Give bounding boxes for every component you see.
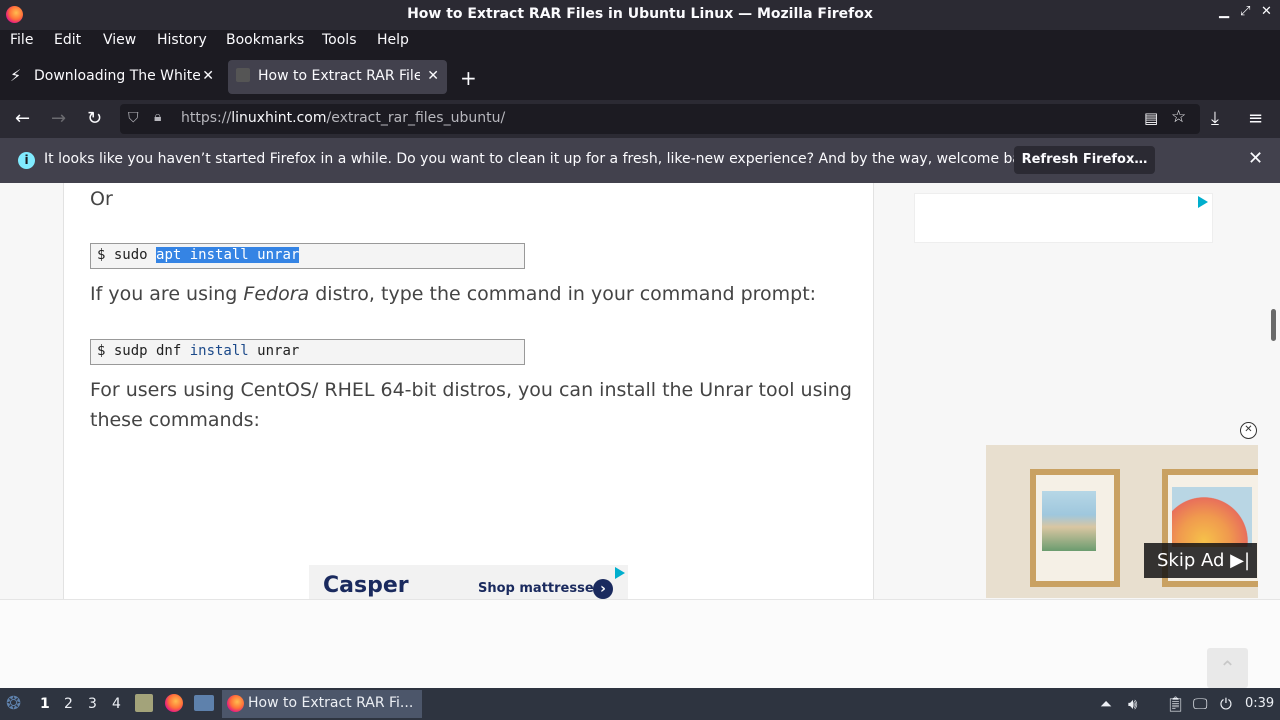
file-manager-icon[interactable] bbox=[135, 694, 153, 712]
bottom-ad-strip bbox=[0, 599, 1280, 688]
casper-ad[interactable]: Casper Shop mattresses › bbox=[309, 565, 628, 601]
code-block-ubuntu: $ sudo apt install unrar bbox=[90, 243, 525, 269]
menu-bookmarks[interactable]: Bookmarks bbox=[226, 32, 304, 48]
new-tab-icon[interactable]: + bbox=[460, 66, 477, 90]
upload-icon[interactable]: ⏶ bbox=[1100, 695, 1112, 713]
tab-bar: ⚡ Downloading The White Hat ✕ How to Ext… bbox=[0, 52, 1280, 100]
clipboard-icon[interactable]: 📋︎ bbox=[1166, 695, 1185, 713]
minimize-icon[interactable]: ▁ bbox=[1219, 4, 1229, 19]
tab-downloading[interactable]: ⚡ Downloading The White Hat ✕ bbox=[4, 60, 222, 94]
chevron-right-icon[interactable]: › bbox=[593, 579, 613, 599]
back-icon[interactable]: ← bbox=[15, 108, 30, 129]
start-menu-icon[interactable]: ❂ bbox=[6, 693, 21, 714]
menu-file[interactable]: File bbox=[10, 32, 33, 48]
firefox-icon bbox=[227, 695, 244, 712]
firefox-launcher-icon[interactable] bbox=[165, 694, 183, 712]
downloads-icon[interactable]: ⤓ bbox=[1211, 108, 1219, 129]
framed-picture-left bbox=[1030, 469, 1120, 587]
skip-icon: ▶| bbox=[1230, 550, 1251, 571]
tab-label: Downloading The White Hat bbox=[34, 68, 200, 84]
system-taskbar: ❂ 1 2 3 4 How to Extract RAR Fi... ⏶ 🔊︎ … bbox=[0, 688, 1280, 720]
terminal-icon[interactable] bbox=[194, 695, 214, 711]
skip-ad-button[interactable]: Skip Ad ▶| bbox=[1144, 543, 1257, 578]
refresh-firefox-button[interactable]: Refresh Firefox… bbox=[1014, 146, 1155, 174]
sidebar-ad[interactable] bbox=[914, 193, 1213, 243]
shield-icon[interactable]: ⛉ bbox=[128, 110, 139, 126]
text-or: Or bbox=[90, 188, 113, 210]
power-icon[interactable]: ⏻ bbox=[1220, 695, 1232, 713]
window-titlebar: How to Extract RAR Files in Ubuntu Linux… bbox=[0, 0, 1280, 30]
close-notification-icon[interactable]: ✕ bbox=[1248, 148, 1263, 169]
workspace-1[interactable]: 1 bbox=[40, 696, 50, 712]
menu-bar: File Edit View History Bookmarks Tools H… bbox=[0, 30, 1280, 52]
menu-edit[interactable]: Edit bbox=[54, 32, 81, 48]
text-centos-line1: For users using CentOS/ RHEL 64-bit dist… bbox=[90, 379, 852, 401]
bookmark-star-icon[interactable]: ☆ bbox=[1171, 107, 1186, 127]
url-text[interactable]: https://linuxhint.com/extract_rar_files_… bbox=[181, 110, 505, 126]
task-label: How to Extract RAR Fi... bbox=[248, 695, 414, 711]
lightning-icon: ⚡ bbox=[10, 66, 22, 85]
volume-icon[interactable]: 🔊︎ bbox=[1128, 695, 1137, 713]
menu-tools[interactable]: Tools bbox=[322, 32, 357, 48]
workspace-4[interactable]: 4 bbox=[112, 696, 121, 712]
restore-icon[interactable]: ⤢ bbox=[1240, 4, 1250, 19]
url-bar[interactable]: ⛉ 🔒︎ https://linuxhint.com/extract_rar_f… bbox=[120, 104, 1200, 134]
close-window-icon[interactable]: ✕ bbox=[1261, 4, 1272, 19]
scroll-to-top-button[interactable]: ⌃ bbox=[1207, 648, 1248, 688]
text-centos-line2: these commands: bbox=[90, 409, 260, 431]
taskbar-window-firefox[interactable]: How to Extract RAR Fi... bbox=[222, 690, 422, 718]
reload-icon[interactable]: ↻ bbox=[87, 108, 102, 129]
menu-help[interactable]: Help bbox=[377, 32, 409, 48]
scrollbar-thumb[interactable] bbox=[1271, 309, 1276, 341]
article-body: Or $ sudo apt install unrar If you are u… bbox=[63, 183, 874, 599]
close-ad-icon[interactable]: ✕ bbox=[1240, 422, 1257, 439]
clock: 0:39 bbox=[1245, 696, 1275, 711]
window-title: How to Extract RAR Files in Ubuntu Linux… bbox=[407, 6, 873, 22]
casper-logo: Casper bbox=[323, 573, 409, 598]
navigation-bar: ← → ↻ ⛉ 🔒︎ https://linuxhint.com/extract… bbox=[0, 100, 1280, 138]
reader-view-icon[interactable]: ▤ bbox=[1144, 109, 1158, 127]
menu-view[interactable]: View bbox=[103, 32, 136, 48]
shop-mattresses-link[interactable]: Shop mattresses bbox=[478, 581, 601, 596]
page-content: Or $ sudo apt install unrar If you are u… bbox=[0, 183, 1280, 688]
notification-bar: i It looks like you haven’t started Fire… bbox=[0, 138, 1280, 183]
display-icon[interactable]: 🖵︎ bbox=[1193, 695, 1207, 713]
workspace-2[interactable]: 2 bbox=[64, 696, 73, 712]
notification-message: It looks like you haven’t started Firefo… bbox=[44, 151, 1043, 167]
tab-extract-rar[interactable]: How to Extract RAR Files in Ubuntu ✕ bbox=[228, 60, 447, 94]
lock-icon[interactable]: 🔒︎ bbox=[154, 109, 161, 125]
close-tab-icon[interactable]: ✕ bbox=[202, 68, 214, 84]
hamburger-menu-icon[interactable]: ≡ bbox=[1248, 108, 1263, 129]
info-icon: i bbox=[18, 152, 35, 169]
code-block-fedora: $ sudp dnf install unrar bbox=[90, 339, 525, 365]
workspace-3[interactable]: 3 bbox=[88, 696, 97, 712]
close-tab-icon[interactable]: ✕ bbox=[427, 68, 439, 84]
adchoices-icon[interactable] bbox=[1198, 196, 1208, 208]
forward-icon[interactable]: → bbox=[51, 108, 66, 129]
favicon-icon bbox=[236, 68, 250, 82]
adchoices-icon[interactable] bbox=[615, 567, 625, 579]
tab-label: How to Extract RAR Files in Ubuntu bbox=[258, 68, 420, 84]
text-fedora: If you are using Fedora distro, type the… bbox=[90, 283, 817, 305]
menu-history[interactable]: History bbox=[157, 32, 207, 48]
